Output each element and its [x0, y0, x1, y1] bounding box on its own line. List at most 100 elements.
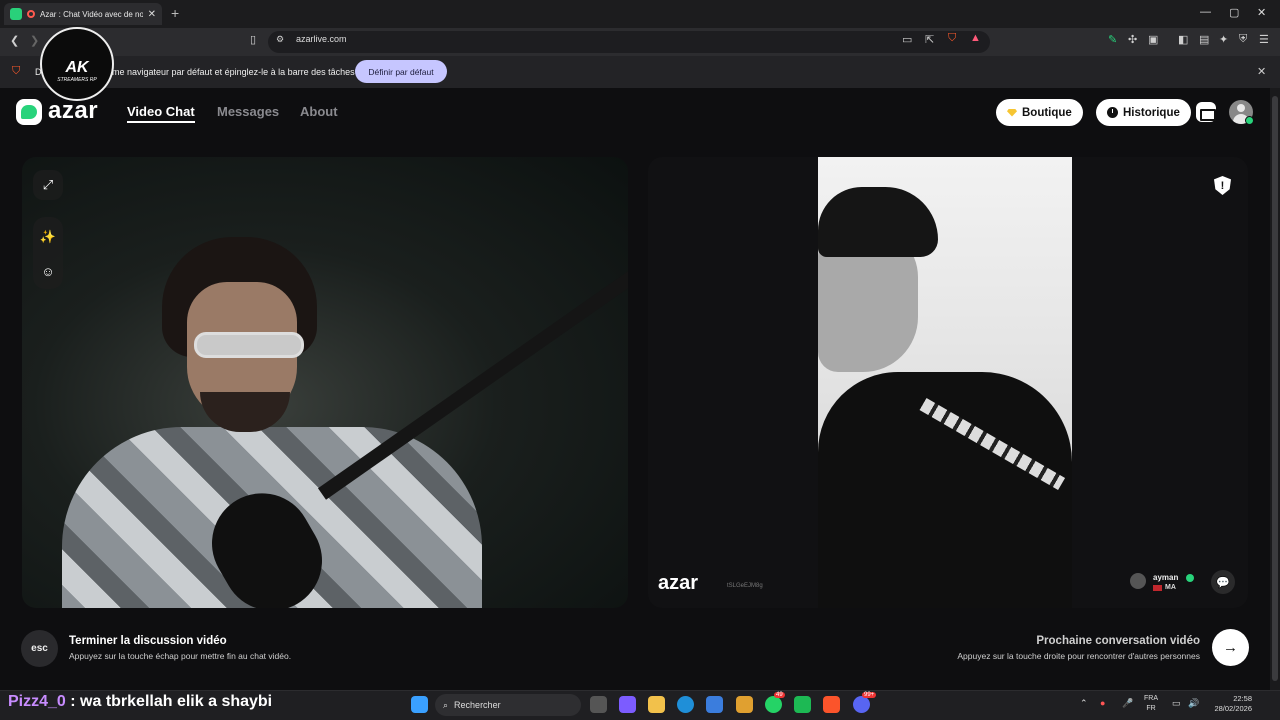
copilot-icon[interactable]	[619, 696, 636, 713]
browser-tab[interactable]: Azar : Chat Vidéo avec de no ✕	[4, 3, 162, 25]
bookmark-icon[interactable]: ▯	[250, 33, 256, 46]
browser-toolbar	[0, 28, 1280, 56]
azar-logo-icon[interactable]	[16, 99, 42, 125]
media-icon[interactable]: ▣	[1148, 33, 1158, 46]
set-default-button[interactable]: Définir par défaut	[355, 60, 447, 83]
window-close-button[interactable]: ✕	[1257, 6, 1266, 19]
chat-bubble-icon[interactable]: 💬	[1211, 570, 1235, 594]
tab-close-button[interactable]: ✕	[148, 9, 156, 20]
chat-username: Pizz4_0	[8, 693, 66, 710]
lang-line2: FR	[1146, 705, 1156, 712]
menu-icon[interactable]: ☰	[1259, 33, 1269, 46]
watermark-id: tSLGeEJM8g	[727, 583, 763, 589]
taskbar-clock[interactable]: 22:58 28/02/2026	[1210, 694, 1252, 714]
clock-icon	[1107, 107, 1118, 118]
inbox-icon[interactable]	[1196, 102, 1216, 122]
end-chat-subtitle: Appuyez sur la touche échap pour mettre …	[69, 651, 292, 661]
next-chat-button[interactable]: →	[1212, 629, 1249, 666]
history-button[interactable]: Historique	[1096, 99, 1191, 126]
back-arrow-icon[interactable]: ❮	[10, 34, 19, 47]
lang-line1: FRA	[1144, 695, 1158, 702]
local-video	[22, 157, 628, 608]
nav-about[interactable]: About	[300, 104, 338, 119]
music-app-icon[interactable]	[794, 696, 811, 713]
vpn-icon[interactable]: ⛨	[1239, 33, 1247, 46]
tray-app-icon[interactable]: ●	[1100, 698, 1105, 708]
infobar-close-button[interactable]: ✕	[1257, 65, 1266, 78]
brave-shield-icon[interactable]: ⛉	[948, 32, 956, 45]
remote-video	[818, 157, 1072, 608]
extensions-puzzle-icon[interactable]: ✣	[1128, 33, 1137, 46]
app-icon[interactable]	[736, 696, 753, 713]
gem-icon	[1007, 108, 1017, 117]
nav-video-chat[interactable]: Video Chat	[127, 104, 195, 123]
tray-chevron-icon[interactable]: ⌃	[1080, 698, 1088, 709]
ak-streamers-logo: AK STREAMERS RP	[40, 27, 114, 101]
peer-name[interactable]: ayman	[1153, 573, 1178, 582]
streamer-sunglasses	[194, 332, 304, 358]
microphone-icon[interactable]: 🎤	[1122, 698, 1133, 709]
azar-favicon-icon	[10, 8, 22, 20]
peer-hair	[818, 187, 938, 257]
azar-logo-text[interactable]: azar	[48, 97, 98, 125]
azar-watermark: azar	[658, 572, 699, 594]
windows-start-icon[interactable]	[411, 696, 428, 713]
address-bar[interactable]	[268, 31, 990, 53]
shop-button[interactable]: Boutique	[996, 99, 1083, 126]
ak-logo-subtitle: STREAMERS RP	[57, 77, 97, 83]
volume-icon[interactable]: 🔊	[1188, 698, 1199, 709]
recording-indicator-icon	[27, 10, 35, 18]
peer-avatar[interactable]	[1130, 573, 1146, 589]
scrollbar-thumb[interactable]	[1272, 96, 1278, 681]
new-tab-button[interactable]: +	[171, 5, 179, 21]
edge-icon[interactable]	[677, 696, 694, 713]
maximize-button[interactable]: ▢	[1229, 6, 1239, 19]
search-icon: ⌕	[443, 699, 449, 710]
stream-chat-overlay: Pizz4_0 : wa tbrkellah elik a shaybi	[8, 693, 272, 711]
brave-rewards-icon[interactable]: ▲	[970, 32, 981, 44]
file-explorer-icon[interactable]	[648, 696, 665, 713]
nav-messages[interactable]: Messages	[217, 104, 279, 119]
history-label: Historique	[1123, 106, 1180, 119]
search-placeholder: Rechercher	[454, 700, 501, 710]
chat-message: : wa tbrkellah elik a shaybi	[70, 693, 273, 710]
browser-tab-strip	[0, 0, 1280, 28]
discord-icon[interactable]	[853, 696, 870, 713]
tab-title: Azar : Chat Vidéo avec de no	[40, 9, 143, 19]
share-icon[interactable]: ⇱	[925, 33, 934, 46]
discord-badge: 99+	[862, 692, 877, 698]
esc-button[interactable]: esc	[21, 630, 58, 667]
face-filter-icon[interactable]: ☺	[33, 256, 63, 286]
clock-time: 22:58	[1233, 694, 1252, 703]
remote-video-panel	[648, 157, 1248, 608]
peer-jacket	[818, 372, 1072, 608]
next-chat-title: Prochaine conversation vidéo	[1036, 635, 1200, 647]
ak-logo-title: AK	[65, 59, 89, 76]
infobar-text: me navigateur par défaut et épinglez-le …	[112, 67, 355, 77]
url-text[interactable]: azarlive.com	[296, 34, 347, 44]
minimize-button[interactable]: —	[1200, 6, 1211, 18]
morocco-flag-icon	[1153, 585, 1162, 591]
leo-ai-icon[interactable]: ✦	[1219, 33, 1228, 46]
extension-icon[interactable]: ✎	[1108, 33, 1117, 46]
cast-icon[interactable]: ▭	[902, 33, 912, 46]
next-chat-subtitle: Appuyez sur la touche droite pour rencon…	[957, 651, 1200, 661]
brave-icon[interactable]	[823, 696, 840, 713]
forward-arrow-icon[interactable]: ❯	[30, 34, 39, 47]
store-icon[interactable]	[706, 696, 723, 713]
task-view-icon[interactable]	[590, 696, 607, 713]
streamer-beard	[200, 392, 290, 432]
language-indicator[interactable]: FRA FR	[1144, 694, 1158, 714]
peer-country: MA	[1165, 584, 1176, 591]
taskbar-search[interactable]: ⌕ Rechercher	[435, 694, 581, 716]
sidebar-icon[interactable]: ◧	[1178, 33, 1188, 46]
site-settings-icon[interactable]: ⚙	[276, 34, 284, 45]
magic-wand-icon[interactable]: ✨	[33, 222, 63, 252]
brave-logo-icon: ⛉	[12, 65, 21, 77]
network-icon[interactable]: ▭	[1172, 698, 1181, 709]
whatsapp-badge: 49	[774, 692, 785, 698]
whatsapp-icon[interactable]	[765, 696, 782, 713]
online-status-badge	[1245, 116, 1254, 125]
wallet-icon[interactable]: ▤	[1199, 33, 1209, 46]
fullscreen-icon[interactable]: ⤢	[33, 170, 63, 200]
